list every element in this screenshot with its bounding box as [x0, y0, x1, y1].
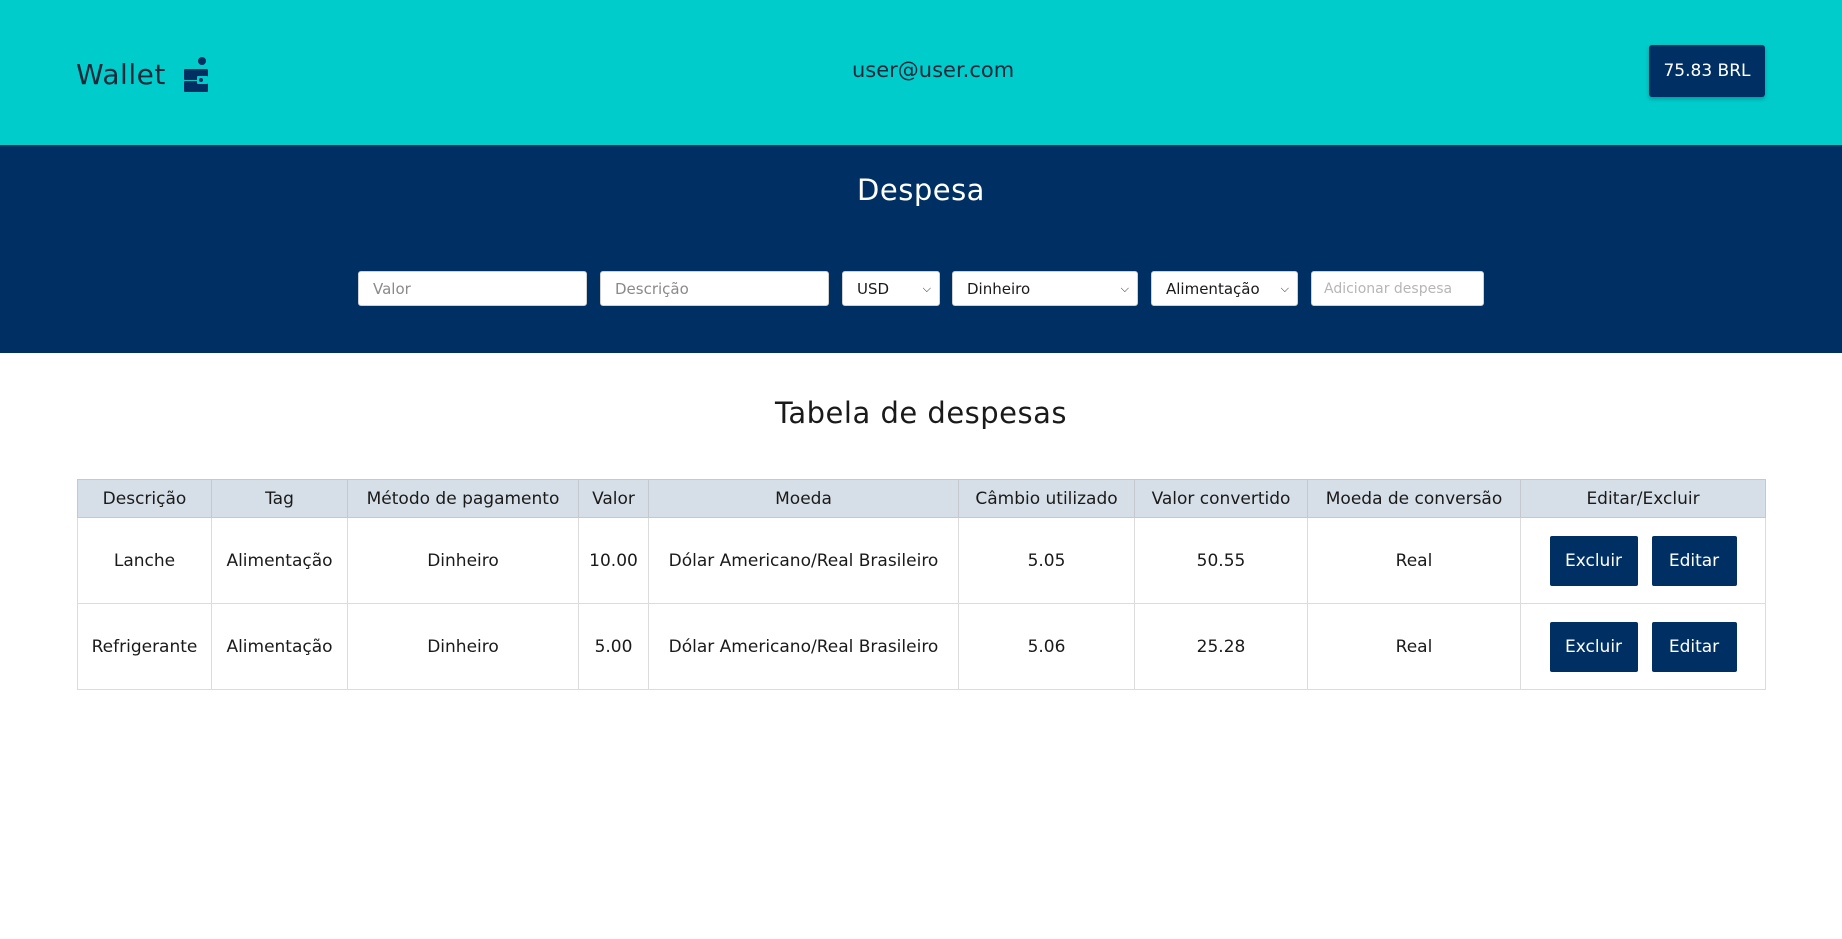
edit-button[interactable]: Editar — [1651, 621, 1737, 672]
chevron-down-icon: ⌵ — [1280, 281, 1289, 295]
tag-select[interactable]: Alimentação ⌵ — [1151, 271, 1298, 306]
tag-select-value: Alimentação — [1166, 279, 1260, 298]
cell-converted-value: 50.55 — [1134, 517, 1308, 604]
balance-button[interactable]: 75.83 BRL — [1649, 45, 1765, 97]
header-tag: Tag — [211, 479, 348, 518]
header-value: Valor — [578, 479, 649, 518]
cell-tag: Alimentação — [211, 603, 348, 690]
cell-converted-value: 25.28 — [1134, 603, 1308, 690]
cell-tag: Alimentação — [211, 517, 348, 604]
expenses-table: Descrição Tag Método de pagamento Valor … — [77, 479, 1766, 690]
header-conversion-currency: Moeda de conversão — [1307, 479, 1521, 518]
expense-form: Despesa Valor Descrição USD ⌵ Dinheiro ⌵… — [0, 145, 1842, 353]
currency-select[interactable]: USD ⌵ — [842, 271, 940, 306]
payment-method-select[interactable]: Dinheiro ⌵ — [952, 271, 1138, 306]
header-description: Descrição — [77, 479, 212, 518]
delete-button[interactable]: Excluir — [1549, 621, 1638, 672]
cell-actions: Excluir Editar — [1520, 517, 1766, 604]
table-row: Lanche Alimentação Dinheiro 10.00 Dólar … — [77, 517, 1766, 604]
edit-button[interactable]: Editar — [1651, 535, 1737, 586]
payment-method-select-value: Dinheiro — [967, 279, 1031, 298]
user-email: user@user.com — [852, 58, 1015, 82]
cell-description: Lanche — [77, 517, 212, 604]
header-edit-delete: Editar/Excluir — [1520, 479, 1766, 518]
cell-description: Refrigerante — [77, 603, 212, 690]
cell-conversion-currency: Real — [1307, 517, 1521, 604]
table-row: Refrigerante Alimentação Dinheiro 5.00 D… — [77, 603, 1766, 690]
cell-exchange-rate: 5.06 — [958, 603, 1135, 690]
table-title: Tabela de despesas — [774, 396, 1068, 430]
cell-actions: Excluir Editar — [1520, 603, 1766, 690]
form-title: Despesa — [857, 173, 985, 207]
header-payment-method: Método de pagamento — [347, 479, 579, 518]
cell-value: 10.00 — [578, 517, 649, 604]
delete-button[interactable]: Excluir — [1549, 535, 1638, 586]
table-header-row: Descrição Tag Método de pagamento Valor … — [77, 479, 1766, 518]
cell-payment-method: Dinheiro — [347, 603, 579, 690]
cell-exchange-rate: 5.05 — [958, 517, 1135, 604]
chevron-down-icon: ⌵ — [1120, 281, 1129, 295]
header-converted-value: Valor convertido — [1134, 479, 1308, 518]
cell-payment-method: Dinheiro — [347, 517, 579, 604]
wallet-icon — [182, 56, 210, 92]
value-input[interactable]: Valor — [358, 271, 587, 306]
add-expense-button[interactable]: Adicionar despesa — [1311, 271, 1484, 306]
logo: Wallet — [76, 56, 210, 92]
header-exchange-rate: Câmbio utilizado — [958, 479, 1135, 518]
cell-conversion-currency: Real — [1307, 603, 1521, 690]
logo-text: Wallet — [76, 57, 166, 91]
top-header: Wallet user@user.com 75.83 BRL — [0, 0, 1842, 145]
cell-currency: Dólar Americano/Real Brasileiro — [648, 517, 959, 604]
chevron-down-icon: ⌵ — [922, 281, 931, 295]
cell-currency: Dólar Americano/Real Brasileiro — [648, 603, 959, 690]
currency-select-value: USD — [857, 279, 890, 298]
cell-value: 5.00 — [578, 603, 649, 690]
description-input[interactable]: Descrição — [600, 271, 829, 306]
header-currency: Moeda — [648, 479, 959, 518]
